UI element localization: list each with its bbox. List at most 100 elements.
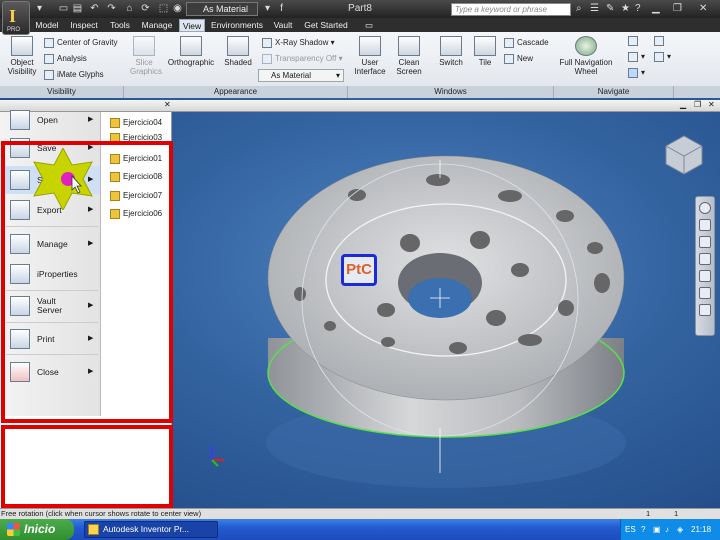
viewport-close-icon[interactable]: ✕ bbox=[708, 100, 715, 109]
new-file-icon[interactable]: ▭ bbox=[58, 3, 69, 14]
shaded-button[interactable]: Shaded bbox=[222, 36, 254, 67]
cursor-highlight-star-icon bbox=[33, 148, 93, 210]
qat-dropdown-icon[interactable]: ▾ bbox=[262, 3, 273, 14]
menu-item-open[interactable]: Open ▶ bbox=[4, 106, 100, 134]
close-menu-icon[interactable]: ✕ bbox=[164, 100, 171, 109]
zoom-button[interactable]: ▾ bbox=[628, 52, 645, 62]
taskbar-inventor-button[interactable]: Autodesk Inventor Pr... bbox=[84, 521, 218, 538]
full-navigation-wheel-button[interactable]: Full Navigation Wheel bbox=[556, 36, 616, 76]
orbit-nav-icon[interactable] bbox=[699, 253, 711, 265]
tab-view[interactable]: View bbox=[179, 19, 205, 32]
xray-shadow-button[interactable]: X-Ray Shadow ▾ bbox=[262, 38, 335, 48]
restore-window-icon[interactable]: ❐ bbox=[673, 3, 682, 15]
system-tray: ES ? ▣ ♪ ◈ 21:18 bbox=[620, 519, 720, 540]
ribbon-options-icon[interactable]: ▭ bbox=[363, 19, 375, 32]
undo-icon[interactable]: ↶ bbox=[89, 3, 100, 14]
application-menu-button[interactable]: I PRO bbox=[2, 1, 30, 35]
help-search-input[interactable]: Type a keyword or phrase bbox=[451, 3, 571, 16]
switch-label: Switch bbox=[439, 58, 463, 67]
transparency-icon bbox=[262, 54, 272, 64]
analysis-button[interactable]: Analysis bbox=[44, 54, 87, 64]
tools-icon[interactable]: ✎ bbox=[606, 3, 614, 15]
orthographic-label: Orthographic bbox=[167, 58, 215, 67]
transparency-label: Transparency Off bbox=[275, 54, 337, 64]
title-bar: ▾ ▭ ▤ ↶ ↷ ⌂ ⟳ ⬚ ◉ As Material ▾ f Part8 … bbox=[0, 0, 720, 18]
select-icon[interactable]: ⬚ bbox=[158, 3, 169, 14]
network-icon[interactable]: ▣ bbox=[653, 519, 661, 540]
open-file-icon[interactable]: ▤ bbox=[72, 3, 83, 14]
slice-graphics-icon bbox=[133, 36, 155, 56]
imate-glyphs-button[interactable]: iMate Glyphs bbox=[44, 70, 104, 80]
status-count-b: 1 bbox=[674, 509, 679, 518]
switch-button[interactable]: Switch bbox=[436, 36, 466, 67]
home-icon[interactable]: ⌂ bbox=[124, 3, 135, 14]
slice-graphics-button: Slice Graphics bbox=[130, 36, 162, 76]
app-edition-label: PRO bbox=[7, 27, 21, 33]
tab-inspect[interactable]: Inspect bbox=[66, 19, 102, 32]
windows-taskbar: Inicio Autodesk Inventor Pr... ES ? ▣ ♪ … bbox=[0, 519, 720, 540]
subscription-icon[interactable]: ☰ bbox=[590, 3, 599, 15]
favorites-star-icon[interactable]: ★ bbox=[621, 3, 630, 15]
analysis-icon bbox=[44, 54, 54, 64]
clean-screen-button[interactable]: Clean Screen bbox=[392, 36, 426, 76]
update-icon[interactable]: ⟳ bbox=[140, 3, 151, 14]
user-interface-button[interactable]: User Interface bbox=[354, 36, 386, 76]
help-icon[interactable]: ? bbox=[635, 3, 641, 15]
panel-title-visibility: Visibility bbox=[0, 86, 124, 98]
recent-file-item[interactable]: Ejercicio04 bbox=[110, 114, 162, 132]
tab-environments[interactable]: Environments bbox=[209, 19, 265, 32]
color-icon[interactable]: ◉ bbox=[172, 3, 183, 14]
start-label: Inicio bbox=[24, 522, 56, 536]
redo-icon[interactable]: ↷ bbox=[106, 3, 117, 14]
previous-view-button[interactable]: ▾ bbox=[654, 52, 671, 62]
tab-manage[interactable]: Manage bbox=[139, 19, 175, 32]
material-select[interactable]: As Material bbox=[186, 2, 258, 16]
new-window-button[interactable]: New bbox=[504, 54, 533, 64]
start-button[interactable]: Inicio bbox=[0, 519, 74, 540]
app-menu-arrow-icon[interactable]: ▾ bbox=[34, 3, 45, 14]
zoom-icon bbox=[628, 52, 638, 62]
security-icon[interactable]: ◈ bbox=[677, 519, 683, 540]
tab-get-started[interactable]: Get Started bbox=[301, 19, 351, 32]
zoom-nav-icon[interactable] bbox=[699, 236, 711, 248]
language-indicator[interactable]: ES bbox=[625, 519, 636, 540]
pan-button[interactable] bbox=[628, 36, 641, 46]
nav-customize-icon[interactable] bbox=[699, 304, 711, 316]
pan-nav-icon[interactable] bbox=[699, 219, 711, 231]
ribbon-tabs: Model Inspect Tools Manage View Environm… bbox=[0, 18, 720, 32]
look-at-icon[interactable] bbox=[699, 270, 711, 282]
appearance-material-select[interactable]: As Material ▾ bbox=[258, 69, 344, 82]
search-binoculars-icon[interactable]: ⌕ bbox=[576, 3, 582, 15]
windows-flag-icon bbox=[7, 523, 20, 536]
tile-button[interactable]: Tile bbox=[472, 36, 498, 67]
cascade-button[interactable]: Cascade bbox=[504, 38, 549, 48]
view-list-icon[interactable] bbox=[699, 287, 711, 299]
tray-help-icon[interactable]: ? bbox=[641, 519, 645, 540]
center-of-gravity-button[interactable]: Center of Gravity bbox=[44, 38, 117, 48]
close-window-icon[interactable]: ✕ bbox=[699, 3, 707, 15]
panel-title-appearance: Appearance bbox=[124, 86, 348, 98]
steering-wheel-icon[interactable] bbox=[699, 202, 711, 214]
orbit-button[interactable]: ▾ bbox=[628, 68, 645, 78]
center-of-gravity-label: Center of Gravity bbox=[57, 38, 118, 48]
user-interface-icon bbox=[359, 36, 381, 56]
highlight-box-empty bbox=[1, 425, 173, 508]
status-bar: Free rotation (click when cursor shows r… bbox=[0, 508, 720, 519]
tab-model[interactable]: Model bbox=[34, 19, 60, 32]
appearance-material-label: As Material bbox=[271, 71, 312, 80]
params-icon[interactable]: f bbox=[276, 3, 287, 14]
orthographic-icon bbox=[180, 36, 202, 56]
tab-tools[interactable]: Tools bbox=[106, 19, 134, 32]
tile-label: Tile bbox=[478, 58, 492, 67]
minimize-window-icon[interactable]: ▁ bbox=[652, 3, 660, 15]
clock[interactable]: 21:18 bbox=[691, 519, 711, 540]
view-face-button[interactable] bbox=[654, 36, 667, 46]
viewport-restore-icon[interactable]: ❐ bbox=[694, 100, 701, 109]
slice-graphics-label: Slice Graphics bbox=[130, 58, 163, 76]
volume-icon[interactable]: ♪ bbox=[665, 519, 669, 540]
view-face-icon bbox=[654, 36, 664, 46]
tab-vault[interactable]: Vault bbox=[269, 19, 297, 32]
viewport-minimize-icon[interactable]: ▁ bbox=[680, 100, 686, 109]
object-visibility-button[interactable]: Object Visibility bbox=[4, 36, 40, 76]
orthographic-button[interactable]: Orthographic bbox=[166, 36, 216, 67]
